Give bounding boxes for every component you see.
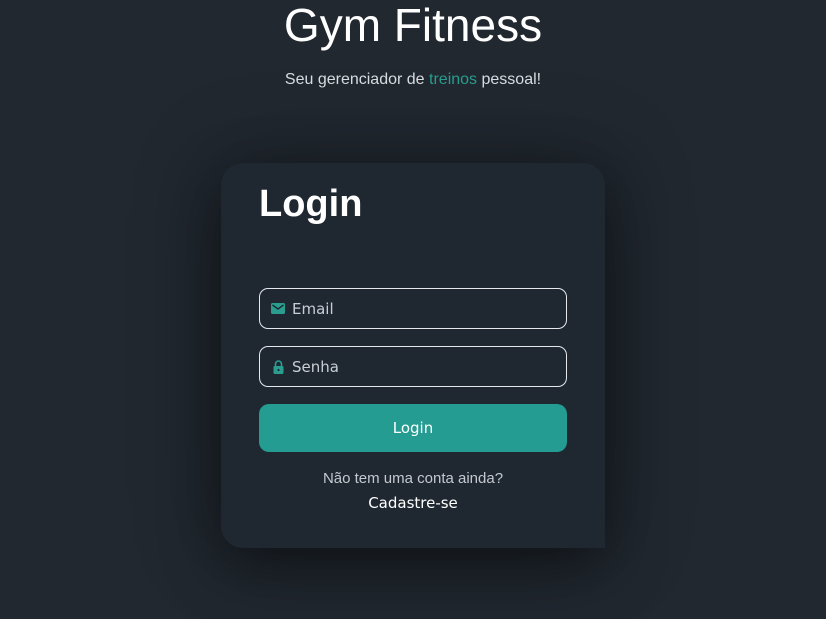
lock-icon bbox=[270, 359, 286, 375]
password-field[interactable] bbox=[259, 346, 567, 387]
login-card: Login Login Não tem uma conta ainda bbox=[221, 163, 605, 548]
login-page: Gym Fitness Seu gerenciador de treinos p… bbox=[0, 0, 826, 619]
no-account-text: Não tem uma conta ainda? bbox=[322, 470, 504, 487]
subtitle-text-end: pessoal! bbox=[477, 71, 542, 88]
login-title: Login bbox=[259, 183, 363, 225]
email-input[interactable] bbox=[292, 289, 566, 328]
email-field[interactable] bbox=[259, 288, 567, 329]
subtitle-accent: treinos bbox=[429, 71, 478, 88]
mail-icon bbox=[270, 301, 286, 317]
app-title: Gym Fitness bbox=[283, 0, 543, 51]
login-button[interactable]: Login bbox=[259, 404, 567, 452]
password-input[interactable] bbox=[292, 347, 566, 386]
signup-link[interactable]: Cadastre-se bbox=[221, 494, 605, 512]
app-subtitle: Seu gerenciador de treinos pessoal! bbox=[0, 69, 826, 91]
subtitle-text: Seu gerenciador de bbox=[284, 71, 430, 88]
